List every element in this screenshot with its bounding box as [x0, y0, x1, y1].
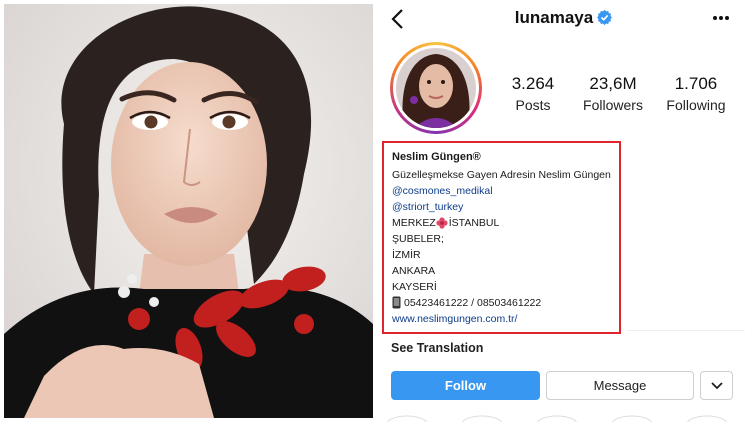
more-options-icon[interactable]: [712, 11, 730, 25]
suggested-dropdown-button[interactable]: [700, 371, 733, 400]
avatar-photo: [396, 48, 476, 128]
bio-name: Neslim Güngen®: [392, 151, 481, 163]
bio-branch-city: KAYSERİ: [392, 281, 437, 293]
instagram-profile-panel: lunamaya 3.264 Posts 23,6M Followers 1.7…: [377, 0, 750, 422]
profile-avatar[interactable]: [390, 42, 482, 134]
username: lunamaya: [514, 8, 594, 27]
verified-badge-icon: [597, 10, 613, 25]
message-button[interactable]: Message: [546, 371, 694, 400]
bio-website-link[interactable]: www.neslimgungen.com.tr/: [392, 313, 517, 325]
portrait-photo: [4, 4, 373, 418]
bio-mention-link[interactable]: @striort_turkey: [392, 201, 463, 213]
posts-count[interactable]: 3.264 Posts: [488, 74, 578, 113]
bio-tagline: Güzelleşmekse Gayen Adresin Neslim Günge…: [392, 169, 611, 181]
bio-branches-heading: ŞUBELER;: [392, 233, 444, 245]
bio-section: Neslim Güngen® Güzelleşmekse Gayen Adres…: [382, 141, 621, 334]
bio-branch-city: İZMİR: [392, 249, 421, 261]
bio-mention-link[interactable]: @cosmones_medikal: [392, 185, 493, 197]
flower-emoji-icon: [436, 217, 448, 229]
chevron-down-icon: [710, 381, 723, 389]
following-count[interactable]: 1.706 Following: [651, 74, 741, 113]
followers-count[interactable]: 23,6M Followers: [568, 74, 658, 113]
username-title: lunamaya: [377, 8, 750, 28]
divider: [627, 330, 745, 331]
story-highlights-row: [387, 415, 727, 422]
bio-branch-city: ANKARA: [392, 265, 436, 277]
follow-button[interactable]: Follow: [391, 371, 540, 400]
profile-header: lunamaya: [377, 0, 750, 40]
bio-phone-numbers: 05423461222 / 08503461222: [404, 297, 542, 309]
mobile-phone-emoji-icon: [392, 296, 401, 309]
see-translation-link[interactable]: See Translation: [391, 341, 483, 355]
